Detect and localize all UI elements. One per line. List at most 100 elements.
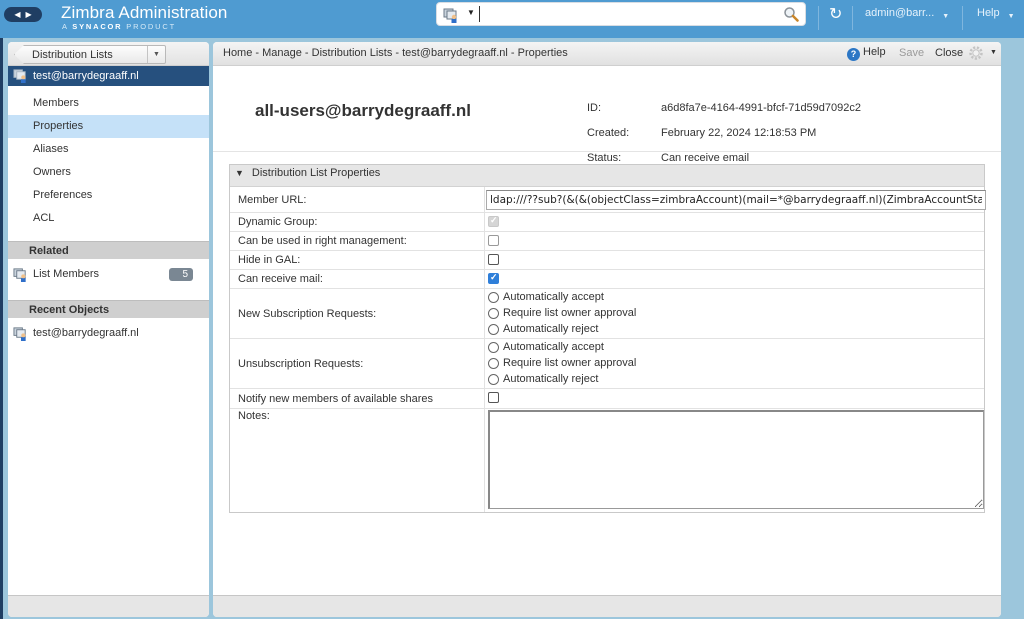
help-menu[interactable]: Help ▼ — [977, 7, 1015, 20]
radio-button[interactable] — [488, 324, 499, 335]
radio-label: Automatically reject — [503, 373, 599, 385]
nav-item-owners[interactable]: Owners — [8, 161, 209, 184]
recent-objects-section-header: Recent Objects — [8, 300, 209, 318]
main-panel-footer — [213, 595, 1001, 617]
help-button-label: Help — [863, 46, 886, 58]
dynamic-group-checkbox: ✓ — [488, 215, 499, 227]
new-sub-option-approval[interactable]: Require list owner approval — [485, 305, 984, 321]
search-icon[interactable] — [783, 6, 799, 22]
header-divider — [962, 6, 963, 30]
chevron-down-icon[interactable]: ▼ — [147, 46, 165, 63]
can-receive-mail-checkbox[interactable]: ✓ — [488, 272, 499, 284]
nav-item-acl[interactable]: ACL — [8, 207, 209, 230]
properties-section-header[interactable]: ▼ Distribution List Properties — [230, 165, 984, 187]
notes-label: Notes: — [230, 409, 485, 512]
chevron-down-icon[interactable]: ▼ — [990, 49, 997, 56]
help-menu-label: Help — [977, 7, 1000, 19]
new-sub-option-accept[interactable]: Automatically accept — [485, 289, 984, 305]
new-subscription-row: New Subscription Requests: Automatically… — [230, 289, 984, 339]
history-nav: ◀ ▶ — [4, 7, 42, 22]
hide-in-gal-checkbox[interactable] — [488, 254, 499, 265]
summary-header: all-users@barrydegraaff.nl ID: a6d8fa7e-… — [213, 66, 1001, 164]
properties-section: ▼ Distribution List Properties Member URL… — [229, 164, 986, 513]
unsub-option-reject[interactable]: Automatically reject — [485, 371, 984, 387]
distribution-list-icon — [13, 268, 26, 282]
search-bar: ▼ — [436, 2, 806, 26]
status-value: Can receive email — [661, 152, 750, 164]
recent-object-item[interactable]: test@barrydegraaff.nl — [13, 326, 203, 342]
created-value: February 22, 2024 12:18:53 PM — [661, 127, 817, 139]
distribution-list-icon[interactable] — [443, 7, 459, 23]
hide-in-gal-row: Hide in GAL: — [230, 251, 984, 270]
id-value: a6d8fa7e-4164-4991-bfcf-71d59d7092c2 — [661, 102, 861, 114]
distribution-lists-back-button[interactable]: Distribution Lists ▼ — [14, 45, 166, 64]
back-button-label: Distribution Lists — [32, 49, 113, 61]
user-menu[interactable]: admin@barr... ▼ — [865, 7, 949, 20]
notes-row: Notes: — [230, 409, 984, 512]
radio-button[interactable] — [488, 292, 499, 303]
member-url-input[interactable] — [486, 190, 986, 210]
chevron-down-icon: ▼ — [942, 13, 950, 20]
related-section-header: Related — [8, 241, 209, 259]
new-sub-option-reject[interactable]: Automatically reject — [485, 321, 984, 337]
main-toolbar: Home - Manage - Distribution Lists - tes… — [213, 42, 1001, 66]
nav-item-preferences[interactable]: Preferences — [8, 184, 209, 207]
unsub-option-approval[interactable]: Require list owner approval — [485, 355, 984, 371]
window-edge — [0, 38, 3, 619]
right-management-row: Can be used in right management: — [230, 232, 984, 251]
help-icon: ? — [847, 48, 860, 61]
distribution-list-icon — [13, 327, 26, 341]
refresh-icon[interactable]: ↻ — [829, 4, 842, 24]
related-list: List Members 5 — [8, 259, 209, 300]
current-item-label: test@barrydegraaff.nl — [33, 70, 139, 82]
radio-button[interactable] — [488, 358, 499, 369]
notify-shares-row: Notify new members of available shares — [230, 389, 984, 409]
notify-shares-label: Notify new members of available shares — [230, 389, 485, 408]
back-arrow-icon[interactable]: ◀ — [14, 10, 20, 19]
search-input[interactable] — [479, 6, 779, 22]
nav-item-properties[interactable]: Properties — [8, 115, 209, 138]
chevron-down-icon: ▼ — [1007, 13, 1015, 20]
related-item-list-members[interactable]: List Members 5 — [13, 267, 203, 283]
help-button[interactable]: ? Help — [847, 46, 886, 61]
subtitle-brand: SYNACOR — [72, 22, 123, 31]
id-label: ID: — [587, 102, 602, 114]
nav-item-aliases[interactable]: Aliases — [8, 138, 209, 161]
status-label: Status: — [587, 152, 622, 164]
nav-item-members[interactable]: Members — [8, 92, 209, 115]
top-header: ◀ ▶ Zimbra Administration A SYNACOR PROD… — [0, 0, 1024, 38]
notify-shares-checkbox[interactable] — [488, 392, 499, 403]
header-divider — [818, 6, 819, 30]
close-button[interactable]: Close — [935, 47, 963, 59]
radio-button[interactable] — [488, 342, 499, 353]
header-divider — [852, 6, 853, 30]
search-type-caret-icon[interactable]: ▼ — [467, 8, 475, 17]
current-item-header[interactable]: test@barrydegraaff.nl — [8, 66, 209, 86]
right-management-label: Can be used in right management: — [230, 232, 485, 250]
section-title: Distribution List Properties — [251, 167, 381, 179]
left-navigation-panel: Distribution Lists ▼ test@barrydegraaff.… — [8, 42, 209, 617]
breadcrumb: Home - Manage - Distribution Lists - tes… — [223, 47, 568, 59]
radio-label: Automatically accept — [503, 291, 604, 303]
item-title: all-users@barrydegraaff.nl — [255, 101, 471, 120]
dynamic-group-label: Dynamic Group: — [230, 213, 485, 231]
notes-textarea[interactable] — [488, 410, 984, 509]
app-subtitle: A SYNACOR PRODUCT — [62, 22, 176, 31]
nav-list: Members Properties Aliases Owners Prefer… — [8, 86, 209, 230]
gear-icon[interactable] — [968, 45, 984, 61]
new-subscription-label: New Subscription Requests: — [230, 289, 485, 338]
member-url-row: Member URL: — [230, 187, 986, 213]
radio-label: Require list owner approval — [503, 357, 637, 369]
radio-button[interactable] — [488, 374, 499, 385]
right-management-checkbox — [488, 235, 499, 246]
forward-arrow-icon[interactable]: ▶ — [26, 10, 32, 19]
save-button[interactable]: Save — [899, 47, 924, 59]
hide-in-gal-label: Hide in GAL: — [230, 251, 485, 269]
radio-button[interactable] — [488, 308, 499, 319]
left-panel-footer — [8, 595, 209, 617]
radio-label: Automatically reject — [503, 323, 599, 335]
related-item-label: List Members — [33, 268, 100, 280]
radio-label: Require list owner approval — [503, 307, 637, 319]
created-label: Created: — [587, 127, 630, 139]
unsub-option-accept[interactable]: Automatically accept — [485, 339, 984, 355]
